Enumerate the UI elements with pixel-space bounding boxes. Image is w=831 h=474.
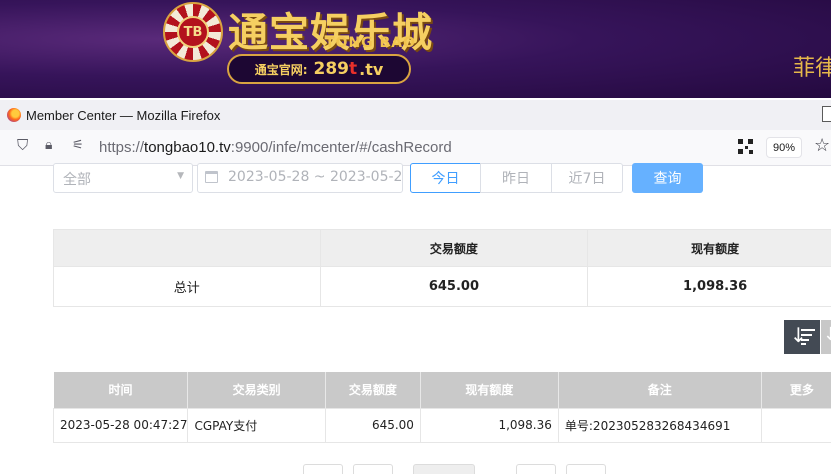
- banner-right-text: 菲律: [793, 56, 831, 81]
- url-text[interactable]: https://tongbao10.tv:9900/infe/mcenter/#…: [99, 139, 452, 156]
- url-prefix: https://: [99, 139, 145, 156]
- pagination-prev-button[interactable]: [353, 464, 393, 474]
- brand-name-en: TONG BAO: [325, 35, 416, 51]
- site-tld: .tv: [359, 59, 384, 79]
- summary-header-balance: 现有额度: [587, 229, 831, 267]
- window-titlebar: Member Center — Mozilla Firefox: [0, 100, 831, 130]
- header-balance[interactable]: 现有额度: [420, 372, 559, 408]
- date-range-picker[interactable]: 2023-05-28 ~ 2023-05-28: [197, 163, 403, 193]
- row-balance: 1,098.36: [419, 407, 559, 443]
- calendar-icon: [205, 171, 218, 183]
- permissions-icon[interactable]: ⚟: [72, 139, 84, 152]
- sort-arrow-icon: ↓: [823, 324, 831, 345]
- query-button[interactable]: 查询: [632, 163, 703, 193]
- header-more: 更多: [761, 372, 831, 408]
- summary-label: 总计: [53, 266, 321, 307]
- summary-header-amount: 交易额度: [319, 229, 589, 267]
- row-type: CGPAY支付: [187, 407, 326, 443]
- cash-record-page: 全部 ▼ 2023-05-28 ~ 2023-05-28 今日 昨日 近7日 查…: [0, 163, 831, 474]
- records-table: 时间 交易类别 交易额度 现有额度 备注 更多 2023-05-28 00:47…: [52, 372, 831, 443]
- summary-header-row: 交易额度 现有额度: [53, 229, 831, 267]
- row-time: 2023-05-28 00:47:27: [52, 407, 189, 443]
- shield-icon[interactable]: ⛉: [17, 138, 28, 153]
- summary-amount: 645.00: [319, 266, 589, 307]
- today-button[interactable]: 今日: [410, 163, 481, 193]
- last-7-days-button[interactable]: 近7日: [551, 163, 623, 193]
- summary-header-blank: [53, 229, 321, 267]
- restore-window-button[interactable]: [822, 106, 831, 122]
- zoom-level-button[interactable]: 90%: [766, 137, 802, 158]
- casino-banner: TB 通宝娱乐城 TONG BAO 通宝官网: 289 t .tv 菲律: [0, 0, 831, 98]
- pagination-current-page[interactable]: [413, 464, 475, 474]
- header-type[interactable]: 交易类别: [187, 372, 326, 408]
- row-note: 单号:202305283268434691: [557, 407, 762, 443]
- header-time[interactable]: 时间: [53, 372, 189, 408]
- pagination-last-button[interactable]: [566, 464, 606, 474]
- sort-ascending-button[interactable]: ↓: [821, 320, 831, 354]
- table-row: 2023-05-28 00:47:27 CGPAY支付 645.00 1,098…: [52, 407, 831, 443]
- chevron-down-icon: ▼: [177, 171, 184, 181]
- row-amount: 645.00: [324, 407, 421, 443]
- header-amount[interactable]: 交易额度: [325, 372, 421, 408]
- type-select[interactable]: 全部 ▼: [53, 163, 193, 193]
- site-label: 通宝官网:: [254, 62, 308, 77]
- pagination-next-button[interactable]: [516, 464, 556, 474]
- bookmark-star-icon[interactable]: ☆: [814, 137, 830, 155]
- type-select-value: 全部: [63, 172, 91, 188]
- summary-row: 总计 645.00 1,098.36: [53, 266, 831, 307]
- records-header-row: 时间 交易类别 交易额度 现有额度 备注 更多: [53, 372, 831, 408]
- summary-table: 交易额度 现有额度 总计 645.00 1,098.36: [53, 229, 831, 307]
- date-range-text: 2023-05-28 ~ 2023-05-28: [228, 169, 403, 185]
- url-host: tongbao10.tv: [144, 139, 231, 156]
- official-site-pill: 通宝官网: 289 t .tv: [227, 54, 411, 84]
- site-letter: t: [349, 59, 358, 79]
- row-more[interactable]: [760, 407, 831, 443]
- sort-descending-button[interactable]: ↓: [784, 320, 820, 354]
- logo-text: TB: [177, 16, 209, 48]
- lock-icon[interactable]: 🔒︎: [45, 138, 52, 152]
- site-number: 289: [313, 59, 350, 79]
- sort-lines-icon: [801, 329, 815, 345]
- pagination-first-button[interactable]: [303, 464, 343, 474]
- firefox-icon: [7, 108, 21, 122]
- address-bar[interactable]: ⛉ 🔒︎ ⚟ https://tongbao10.tv:9900/infe/mc…: [0, 130, 831, 166]
- url-path: :9900/infe/mcenter/#/cashRecord: [230, 139, 452, 156]
- window-title: Member Center — Mozilla Firefox: [26, 107, 221, 123]
- yesterday-button[interactable]: 昨日: [480, 163, 552, 193]
- header-note: 备注: [558, 372, 762, 408]
- logo-chip-icon: TB: [163, 2, 223, 62]
- qr-code-icon[interactable]: [738, 139, 753, 154]
- summary-balance: 1,098.36: [587, 266, 831, 307]
